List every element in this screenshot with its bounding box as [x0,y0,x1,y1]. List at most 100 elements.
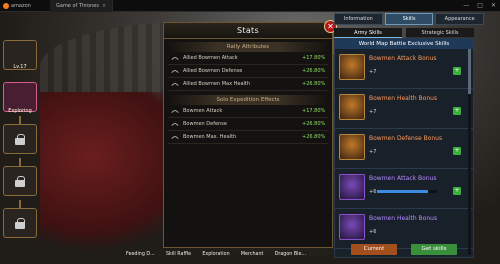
solo-section: Solo Expedition Effects Bowmen Attack +17… [168,95,328,144]
close-window-icon[interactable]: ✕ [491,2,496,9]
os-topbar: amazon Game of Thrones × — □ ✕ [0,0,500,12]
bowman-skill-icon [339,54,365,80]
dragon-slot-locked-1[interactable] [3,124,37,154]
bowman-skill-icon [339,94,365,120]
get-skills-button[interactable]: Get skills [411,244,457,255]
menu-exploration[interactable]: Exploration [202,252,229,264]
upgrade-skill-button[interactable]: + [453,147,461,155]
stat-value: +17.80% [302,55,326,61]
window-controls: — □ ✕ [463,2,496,9]
tab-close-icon[interactable]: × [102,3,106,9]
current-button[interactable]: Current [351,244,397,255]
skill-name: Bowmen Defense Bonus [369,135,443,142]
bow-icon [171,83,179,86]
stats-title: Stats [164,23,332,39]
dragon-slot-level: Lv.17 [13,64,27,70]
skills-panel-title: World Map Battle Exclusive Skills [335,39,473,49]
brand: amazon [0,2,50,9]
skill-level: +6 [369,229,377,235]
brand-label: amazon [11,2,31,9]
upgrade-skill-button[interactable]: + [453,107,461,115]
bowman-skill-icon [339,214,365,240]
stat-name: Bowmen Defense [183,121,227,127]
skill-item[interactable]: Bowmen Attack Bonus +6 + [335,169,473,209]
skill-name: Bowmen Attack Bonus [369,55,437,62]
scrollbar-thumb[interactable] [468,49,471,94]
stat-row: Bowmen Max. Health +26.80% [168,131,328,144]
bow-icon [171,70,179,73]
bow-icon [171,123,179,126]
chain-divider [19,158,21,166]
skill-item[interactable]: Bowmen Defense Bonus +7 + [335,129,473,169]
stat-name: Bowmen Attack [183,108,223,114]
skill-progress-fill [377,190,428,193]
tab-game[interactable]: Game of Thrones × [50,0,114,12]
stat-row: Bowmen Defense +26.80% [168,118,328,131]
stat-value: +26.80% [302,81,326,87]
skill-level: +7 [369,149,377,155]
stat-value: +26.80% [302,121,326,127]
skill-subtabs: Army Skills Strategic Skills [334,28,474,38]
rally-title: Rally Attributes [168,42,328,52]
left-dragon-list: Lv.17 Exploring [0,30,40,264]
skill-name: Bowmen Attack Bonus [369,175,437,182]
menu-merchant[interactable]: Merchant [241,252,264,264]
chain-divider [19,116,21,124]
stat-row: Bowmen Attack +17.80% [168,105,328,118]
stat-name: Allied Bowmen Defense [183,68,243,74]
maximize-icon[interactable]: □ [477,2,483,9]
skill-buttons: Current Get skills [334,244,474,256]
minimize-icon[interactable]: — [463,2,469,9]
skill-item[interactable]: Bowmen Health Bonus +7 + [335,89,473,129]
stat-row: Allied Bowmen Defense +26.80% [168,65,328,78]
right-tabs: Information Skills Appearance [334,13,485,25]
scrollbar[interactable] [468,49,471,255]
lock-icon [15,218,25,229]
menu-dragon-blessing[interactable]: Dragon Ble... [275,252,306,264]
skill-name: Bowmen Health Bonus [369,215,438,222]
menu-feeding[interactable]: Feeding D... [126,252,155,264]
skills-panel: World Map Battle Exclusive Skills Bowmen… [334,38,474,258]
brand-logo-icon [3,2,9,9]
stat-value: +26.80% [302,134,326,140]
stat-row: Allied Bowmen Attack +17.80% [168,52,328,65]
subtab-army-skills[interactable]: Army Skills [334,28,402,38]
dragon-slot-locked-3[interactable] [3,208,37,238]
tab-title: Game of Thrones [56,2,99,9]
skill-level: +7 [369,109,377,115]
skill-name: Bowmen Health Bonus [369,95,438,102]
bow-icon [171,57,179,60]
stats-panel: Stats ✕ Rally Attributes Allied Bowmen A… [163,20,337,248]
stat-name: Allied Bowmen Max Health [183,81,251,87]
tab-appearance[interactable]: Appearance [435,13,485,25]
subtab-strategic-skills[interactable]: Strategic Skills [406,28,474,38]
lock-icon [15,134,25,145]
lock-icon [15,176,25,187]
skill-level: +6 [369,189,377,195]
stat-name: Allied Bowmen Attack [183,55,238,61]
dragon-slot-locked-2[interactable] [3,166,37,196]
bowman-skill-icon [339,174,365,200]
stat-name: Bowmen Max. Health [183,134,237,140]
chain-divider [19,200,21,208]
skill-level: +7 [369,69,377,75]
upgrade-skill-button[interactable]: + [453,67,461,75]
upgrade-skill-button[interactable]: + [453,187,461,195]
skill-progress-bar [377,190,437,193]
skill-item[interactable]: Bowmen Health Bonus +6 [335,209,473,249]
stat-value: +26.80% [302,68,326,74]
rally-section: Rally Attributes Allied Bowmen Attack +17… [168,42,328,91]
tab-skills[interactable]: Skills [384,13,434,25]
stat-row: Allied Bowmen Max Health +26.80% [168,78,328,91]
solo-title: Solo Expedition Effects [168,95,328,105]
tab-information[interactable]: Information [334,13,383,25]
window-tabs: Game of Thrones × [50,0,114,12]
bow-icon [171,136,179,139]
menu-skill-raffle[interactable]: Skill Raffle [166,252,191,264]
bow-icon [171,110,179,113]
bottom-menu: Feeding D... Skill Raffle Exploration Me… [126,252,306,264]
skill-item[interactable]: Bowmen Attack Bonus +7 + [335,49,473,89]
stat-value: +17.80% [302,108,326,114]
dragon-slot-status: Exploring [8,108,32,114]
bowman-skill-icon [339,134,365,160]
